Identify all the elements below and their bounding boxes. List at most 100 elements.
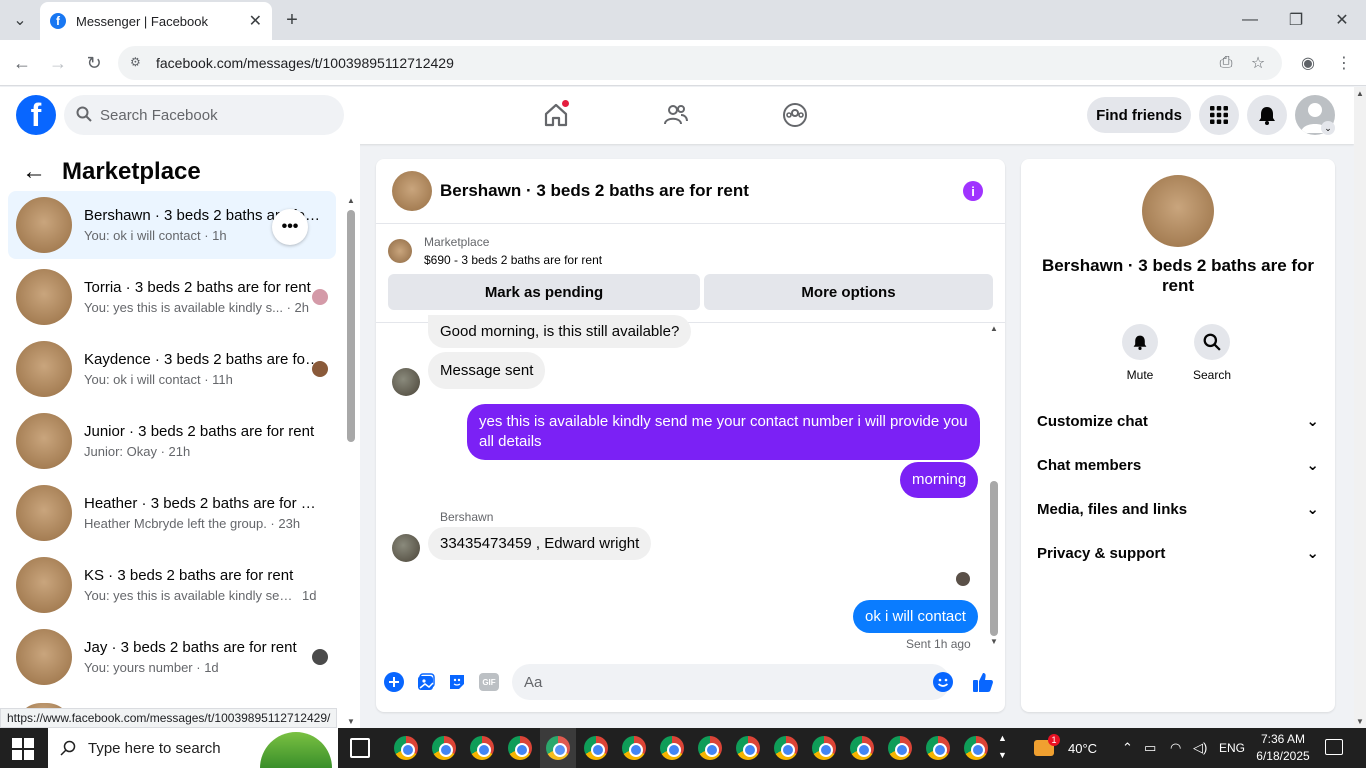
sender-avatar[interactable]: [392, 368, 420, 396]
privacy-support-row[interactable]: Privacy & support ⌄: [1037, 541, 1319, 565]
account-chevron-icon[interactable]: ⌄: [1321, 121, 1335, 135]
chrome-app-icon[interactable]: [888, 736, 912, 760]
chrome-app-icon[interactable]: [774, 736, 798, 760]
task-view-icon[interactable]: [350, 738, 370, 758]
reload-icon[interactable]: ↻: [82, 51, 106, 75]
search-placeholder: Search Facebook: [100, 106, 218, 124]
back-arrow-icon[interactable]: ←: [22, 158, 46, 186]
message-input[interactable]: Aa: [512, 664, 950, 700]
notification-center-icon[interactable]: [1325, 739, 1343, 755]
profile-icon[interactable]: ◉: [1296, 51, 1320, 75]
language-indicator[interactable]: ENG: [1219, 728, 1245, 768]
contact-avatar[interactable]: [1142, 175, 1214, 247]
weather-icon[interactable]: 1: [1034, 734, 1060, 756]
conversation-options-icon[interactable]: •••: [272, 209, 308, 245]
browser-menu-icon[interactable]: ⋮: [1332, 51, 1356, 75]
conversation-list-scrollbar[interactable]: ▲ ▼: [344, 194, 356, 728]
mark-as-pending-button[interactable]: Mark as pending: [388, 274, 700, 310]
weather-badge: 1: [1048, 734, 1060, 746]
site-info-icon[interactable]: ⚙: [130, 55, 146, 71]
search-icon: [60, 740, 76, 756]
taskbar-overflow-icon[interactable]: ▲ ▼: [998, 730, 1007, 764]
chrome-app-icon[interactable]: [736, 736, 760, 760]
menu-grid-icon[interactable]: [1199, 95, 1239, 135]
scrollbar-thumb[interactable]: [347, 210, 355, 442]
conversation-item[interactable]: KS · 3 beds 2 baths are for rent You: ye…: [8, 551, 336, 619]
battery-icon[interactable]: ▭: [1144, 728, 1156, 768]
wifi-icon[interactable]: ◠: [1170, 728, 1181, 768]
volume-icon[interactable]: ◁): [1193, 728, 1207, 768]
emoji-icon[interactable]: [932, 671, 954, 693]
chat-members-row[interactable]: Chat members ⌄: [1037, 453, 1319, 477]
chrome-app-icon[interactable]: [926, 736, 950, 760]
sticker-icon[interactable]: [446, 671, 468, 693]
conversation-name: KS · 3 beds 2 baths are for rent: [84, 567, 294, 584]
facebook-logo-icon[interactable]: f: [16, 95, 56, 135]
chrome-app-icon[interactable]: [850, 736, 874, 760]
chat-scrollbar-thumb[interactable]: [990, 481, 998, 636]
conversation-item[interactable]: Junior · 3 beds 2 baths are for rent Jun…: [8, 407, 336, 475]
friends-icon[interactable]: [660, 99, 692, 131]
plus-circle-icon[interactable]: [383, 671, 405, 693]
page-scrollbar[interactable]: ▲ ▼: [1354, 87, 1366, 728]
mute-label: Mute: [1126, 368, 1154, 382]
tab-search-icon[interactable]: ⌄: [8, 8, 32, 32]
chrome-app-icon[interactable]: [470, 736, 494, 760]
info-icon[interactable]: i: [963, 181, 983, 201]
minimize-icon[interactable]: —: [1238, 8, 1262, 32]
chat-scroll-down-icon[interactable]: ▼: [990, 637, 998, 646]
conversation-item[interactable]: Jay · 3 beds 2 baths are for rent You: y…: [8, 623, 336, 691]
chrome-app-icon[interactable]: [584, 736, 608, 760]
install-app-icon[interactable]: ⎙: [1214, 51, 1238, 75]
chat-scroll-up-icon[interactable]: ▲: [990, 324, 998, 333]
temperature[interactable]: 40°C: [1068, 741, 1097, 756]
show-hidden-icons[interactable]: ⌃: [1122, 728, 1133, 768]
photo-icon[interactable]: [415, 671, 437, 693]
find-friends-button[interactable]: Find friends: [1087, 97, 1191, 133]
seen-avatar: [312, 361, 328, 377]
seen-avatar: [312, 649, 328, 665]
mute-button[interactable]: Mute: [1110, 324, 1170, 382]
address-bar[interactable]: ⚙ facebook.com/messages/t/10039895112712…: [118, 46, 1282, 80]
chrome-app-icon[interactable]: [964, 736, 988, 760]
windows-start-icon[interactable]: [12, 738, 34, 760]
chat-title[interactable]: Bershawn · 3 beds 2 baths are for rent: [440, 181, 749, 201]
chrome-app-icon[interactable]: [698, 736, 722, 760]
chrome-app-icon[interactable]: [660, 736, 684, 760]
gif-icon[interactable]: GIF: [478, 671, 500, 693]
chat-info-panel: Bershawn · 3 beds 2 baths are for rent M…: [1021, 159, 1335, 712]
conversation-item[interactable]: Heather · 3 beds 2 baths are for rent He…: [8, 479, 336, 547]
conversation-avatar: [16, 269, 72, 325]
browser-tab[interactable]: f Messenger | Facebook ✕: [40, 2, 272, 40]
conversation-item[interactable]: Kaydence · 3 beds 2 baths are for rent Y…: [8, 335, 336, 403]
notifications-bell-icon[interactable]: [1247, 95, 1287, 135]
window-close-icon[interactable]: ✕: [1330, 8, 1354, 32]
chrome-app-icon[interactable]: [812, 736, 836, 760]
chevron-down-icon: ⌄: [1306, 457, 1319, 474]
search-in-chat-button[interactable]: Search: [1182, 324, 1242, 382]
marketplace-listing[interactable]: Marketplace $690 - 3 beds 2 baths are fo…: [388, 235, 602, 267]
media-files-links-row[interactable]: Media, files and links ⌄: [1037, 497, 1319, 521]
chrome-app-icon[interactable]: [622, 736, 646, 760]
restore-icon[interactable]: ❐: [1284, 8, 1308, 32]
chrome-app-icon[interactable]: [394, 736, 418, 760]
chrome-app-icon[interactable]: [508, 736, 532, 760]
customize-chat-row[interactable]: Customize chat ⌄: [1037, 409, 1319, 433]
bookmark-star-icon[interactable]: ☆: [1246, 51, 1270, 75]
groups-icon[interactable]: [779, 99, 811, 131]
forward-icon[interactable]: →: [46, 51, 70, 75]
home-icon[interactable]: [540, 99, 572, 131]
more-options-button[interactable]: More options: [704, 274, 993, 310]
conversation-item[interactable]: Torria · 3 beds 2 baths are for rent You…: [8, 263, 336, 331]
sender-avatar[interactable]: [392, 534, 420, 562]
chat-avatar[interactable]: [392, 171, 432, 211]
system-clock[interactable]: 7:36 AM 6/18/2025: [1248, 731, 1318, 765]
tab-close-icon[interactable]: ✕: [249, 11, 262, 31]
back-icon[interactable]: ←: [10, 51, 34, 75]
chrome-app-icon[interactable]: [432, 736, 456, 760]
taskbar-search-input[interactable]: Type here to search: [48, 728, 338, 768]
conversation-item[interactable]: Bershawn · 3 beds 2 baths are for rent Y…: [8, 191, 336, 259]
like-thumb-icon[interactable]: [972, 671, 994, 693]
facebook-search-input[interactable]: Search Facebook: [64, 95, 344, 135]
new-tab-icon[interactable]: +: [280, 8, 304, 32]
